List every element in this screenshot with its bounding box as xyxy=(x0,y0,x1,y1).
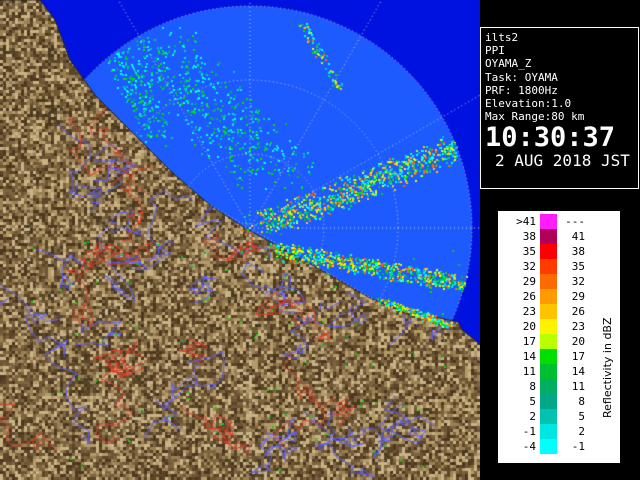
legend-upper-value: --- xyxy=(565,215,585,228)
legend-color-swatch xyxy=(540,349,557,364)
legend-lower-value: 35 xyxy=(522,245,536,258)
legend-title: Reflectivity in dBZ xyxy=(601,317,614,418)
legend-color-swatch xyxy=(540,229,557,244)
reflectivity-legend: >41 --- 38 41 35 38 32 35 29 32 26 29 23 26 20 23 17 20 14… xyxy=(498,211,620,463)
legend-color-swatch xyxy=(540,259,557,274)
prf-value: PRF: 1800Hz xyxy=(485,83,558,97)
legend-row: >41 --- xyxy=(498,214,620,229)
legend-color-swatch xyxy=(540,394,557,409)
legend-color-swatch xyxy=(540,214,557,229)
task-name: Task: OYAMA xyxy=(485,70,558,84)
legend-lower-value: 11 xyxy=(522,365,536,378)
legend-lower-value: 17 xyxy=(522,335,536,348)
elevation-value: Elevation:1.0 xyxy=(485,97,572,111)
legend-row: -4 -1 xyxy=(498,439,620,454)
legend-color-swatch xyxy=(540,409,557,424)
legend-lower-value: 14 xyxy=(522,350,536,363)
scan-time: 10:30:37 xyxy=(485,122,616,154)
legend-lower-value: 5 xyxy=(529,395,536,408)
radar-info-panel: ilts2 PPI OYAMA_Z Task: OYAMA PRF: 1800H… xyxy=(480,27,639,189)
radar-field: OYAMA_Z xyxy=(485,57,532,71)
legend-lower-value: >41 xyxy=(516,215,536,228)
legend-color-swatch xyxy=(540,319,557,334)
scan-date: 2 AUG 2018 JST xyxy=(495,151,630,171)
legend-color-swatch xyxy=(540,274,557,289)
legend-lower-value: 2 xyxy=(529,410,536,423)
scan-mode: PPI xyxy=(485,44,505,58)
legend-color-swatch xyxy=(540,304,557,319)
legend-color-swatch xyxy=(540,364,557,379)
legend-lower-value: 26 xyxy=(522,290,536,303)
legend-lower-value: 8 xyxy=(529,380,536,393)
legend-color-swatch xyxy=(540,334,557,349)
legend-lower-value: -4 xyxy=(522,440,536,453)
legend-upper-value: -1 xyxy=(571,440,585,453)
legend-lower-value: 29 xyxy=(522,275,536,288)
legend-color-swatch xyxy=(540,424,557,439)
product-name: ilts2 xyxy=(485,31,519,44)
legend-color-swatch xyxy=(540,244,557,259)
legend-lower-value: 32 xyxy=(522,260,536,273)
legend-color-swatch xyxy=(540,379,557,394)
legend-lower-value: 23 xyxy=(522,305,536,318)
legend-color-swatch xyxy=(540,289,557,304)
legend-lower-value: 20 xyxy=(522,320,536,333)
legend-color-swatch xyxy=(540,439,557,454)
legend-title-text: Reflectivity in dBZ xyxy=(601,317,614,418)
legend-lower-value: -1 xyxy=(522,425,536,438)
legend-lower-value: 38 xyxy=(522,230,536,243)
radar-ppi-map xyxy=(0,0,480,480)
